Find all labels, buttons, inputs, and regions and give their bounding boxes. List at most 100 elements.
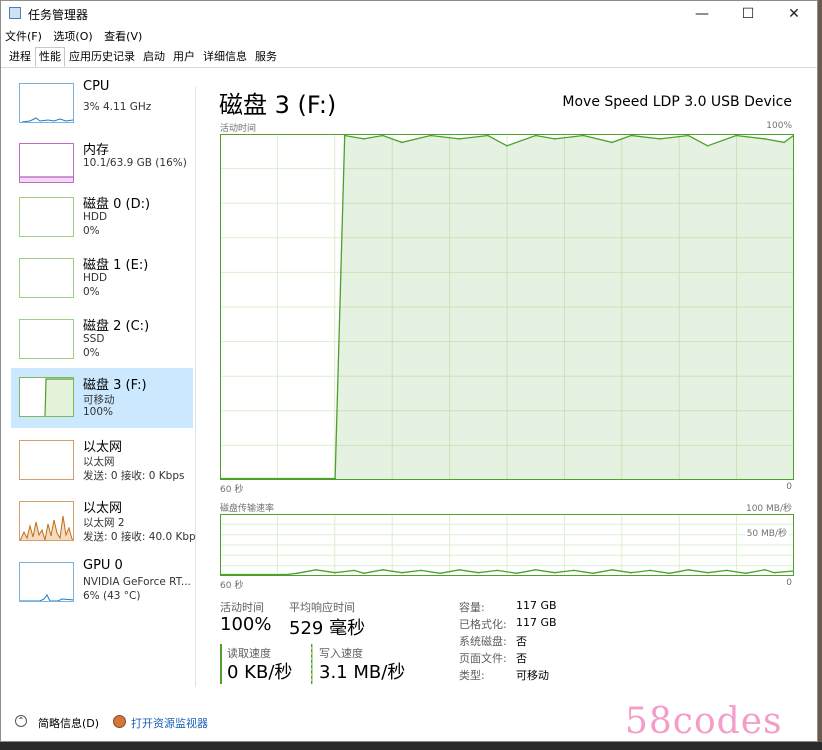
minimize-button[interactable]: — xyxy=(679,1,725,27)
data-point xyxy=(315,569,317,571)
data-point xyxy=(554,571,556,574)
data-point xyxy=(592,572,594,575)
close-button[interactable]: ✕ xyxy=(771,1,817,27)
formatted-label: 已格式化: xyxy=(459,618,507,631)
maximize-button[interactable]: ☐ xyxy=(725,1,771,27)
tab-app-history[interactable]: 应用历史记录 xyxy=(65,47,139,67)
sidebar-item-label: 磁盘 3 (F:) xyxy=(83,378,147,393)
menu-view[interactable]: 查看(V) xyxy=(104,30,142,43)
sidebar-item-cpu[interactable]: CPU 3% 4.11 GHz xyxy=(11,77,193,137)
data-point xyxy=(382,569,384,571)
type-value: 可移动 xyxy=(516,669,549,682)
data-point xyxy=(687,569,690,571)
sidebar-item-ethernet-1[interactable]: 以太网 以太网 发送: 0 接收: 0 Kbps xyxy=(11,434,193,494)
capacity-value: 117 GB xyxy=(516,599,557,612)
title-bar: 任务管理器 — ☐ ✕ xyxy=(1,1,817,27)
sidebar-divider xyxy=(195,87,196,687)
data-point xyxy=(382,134,384,137)
menu-file[interactable]: 文件(F) xyxy=(5,30,42,43)
sidebar-item-gpu[interactable]: GPU 0 NVIDIA GeForce RT... 6% (43 °C) xyxy=(11,556,193,616)
response-time-value: 529 毫秒 xyxy=(289,618,366,639)
sidebar-item-disk-2[interactable]: 磁盘 2 (C:) SSD 0% xyxy=(11,313,193,373)
data-point xyxy=(439,572,441,575)
data-point xyxy=(706,145,709,147)
sidebar-item-type: SSD xyxy=(83,333,105,345)
tab-strip: 进程 性能 应用历史记录 启动 用户 详细信息 服务 xyxy=(5,47,281,67)
disk-0-thumbnail xyxy=(19,197,74,237)
tab-users[interactable]: 用户 xyxy=(169,47,199,67)
write-speed-value: 3.1 MB/秒 xyxy=(319,662,406,683)
response-time-label: 平均响应时间 xyxy=(289,601,355,614)
active-time-label: 活动时间 xyxy=(220,601,264,614)
data-point xyxy=(659,138,661,140)
sidebar-item-label: 以太网 xyxy=(83,501,123,516)
gpu-thumbnail xyxy=(19,562,74,602)
sidebar-item-type: HDD xyxy=(83,272,108,284)
data-point xyxy=(353,569,355,572)
formatted-value: 117 GB xyxy=(516,616,557,629)
ethernet-2-thumbnail xyxy=(19,501,74,541)
data-point xyxy=(296,572,298,575)
resource-monitor-icon xyxy=(113,715,126,728)
data-point xyxy=(401,571,403,574)
task-manager-icon xyxy=(9,7,21,19)
sidebar-item-disk-0[interactable]: 磁盘 0 (D:) HDD 0% xyxy=(11,191,193,251)
tab-performance[interactable]: 性能 xyxy=(35,47,65,67)
sidebar-item-ethernet-2[interactable]: 以太网 以太网 2 发送: 0 接收: 40.0 Kbp xyxy=(11,495,196,555)
tab-startup[interactable]: 启动 xyxy=(139,47,169,67)
tab-processes[interactable]: 进程 xyxy=(5,47,35,67)
data-point xyxy=(630,134,632,137)
type-label: 类型: xyxy=(459,669,485,682)
sidebar-item-label: CPU xyxy=(83,79,110,94)
sidebar-item-disk-3[interactable]: 磁盘 3 (F:) 可移动 100% xyxy=(11,368,193,428)
active-time-value: 100% xyxy=(220,614,272,635)
chevron-up-icon[interactable]: ⌃ xyxy=(15,715,27,727)
menu-bar: 文件(F) 选项(O) 查看(V) xyxy=(5,28,150,46)
page-title: 磁盘 3 (F:) xyxy=(219,91,337,119)
data-point xyxy=(487,134,489,137)
data-point xyxy=(363,138,365,140)
sidebar-item-usage: 6% (43 °C) xyxy=(83,590,141,602)
data-point xyxy=(506,145,508,147)
data-point xyxy=(534,134,537,137)
sidebar-item-model: NVIDIA GeForce RT... xyxy=(83,576,191,588)
tab-services[interactable]: 服务 xyxy=(251,47,281,67)
sidebar-item-throughput: 发送: 0 接收: 0 Kbps xyxy=(83,470,185,482)
data-point xyxy=(429,134,432,137)
memory-thumbnail xyxy=(19,143,74,183)
data-point xyxy=(458,138,461,140)
sidebar-item-label: 磁盘 2 (C:) xyxy=(83,319,150,334)
data-point xyxy=(630,571,632,574)
tab-details[interactable]: 详细信息 xyxy=(199,47,251,67)
tab-divider xyxy=(1,67,817,68)
data-point xyxy=(286,573,289,576)
transfer-rate-chart xyxy=(220,514,794,576)
active-time-chart-label: 活动时间 xyxy=(220,124,257,134)
disk-1-thumbnail xyxy=(19,258,74,298)
system-disk-label: 系统磁盘: xyxy=(459,635,507,648)
read-speed-marker xyxy=(220,644,222,684)
data-point xyxy=(401,141,403,144)
open-resource-monitor-link[interactable]: 打开资源监视器 xyxy=(131,715,208,731)
read-speed-value: 0 KB/秒 xyxy=(227,662,293,683)
device-name: Move Speed LDP 3.0 USB Device xyxy=(562,94,792,110)
active-time-chart-right: 0 xyxy=(786,482,792,492)
menu-options[interactable]: 选项(O) xyxy=(53,30,92,43)
data-point xyxy=(343,134,346,137)
sidebar-item-usage: 0% xyxy=(83,347,100,359)
disk-2-thumbnail xyxy=(19,319,74,359)
sidebar-item-memory[interactable]: 内存 10.1/63.9 GB (16%) xyxy=(11,137,193,197)
sidebar-item-disk-1[interactable]: 磁盘 1 (E:) HDD 0% xyxy=(11,252,193,312)
sidebar-item-label: 磁盘 1 (E:) xyxy=(83,258,149,273)
data-point xyxy=(554,138,556,140)
data-point xyxy=(764,138,766,140)
capacity-label: 容量: xyxy=(459,601,485,614)
sidebar-item-usage: 0% xyxy=(83,225,100,237)
data-point xyxy=(706,571,709,574)
sidebar-item-label: GPU 0 xyxy=(83,558,123,573)
data-point xyxy=(420,569,422,572)
fewer-details-button[interactable]: 简略信息(D) xyxy=(38,715,99,731)
sidebar-item-label: 磁盘 0 (D:) xyxy=(83,197,151,212)
sidebar-item-throughput: 发送: 0 接收: 40.0 Kbp xyxy=(83,531,196,543)
transfer-rate-chart-label: 磁盘传输速率 xyxy=(220,504,275,514)
